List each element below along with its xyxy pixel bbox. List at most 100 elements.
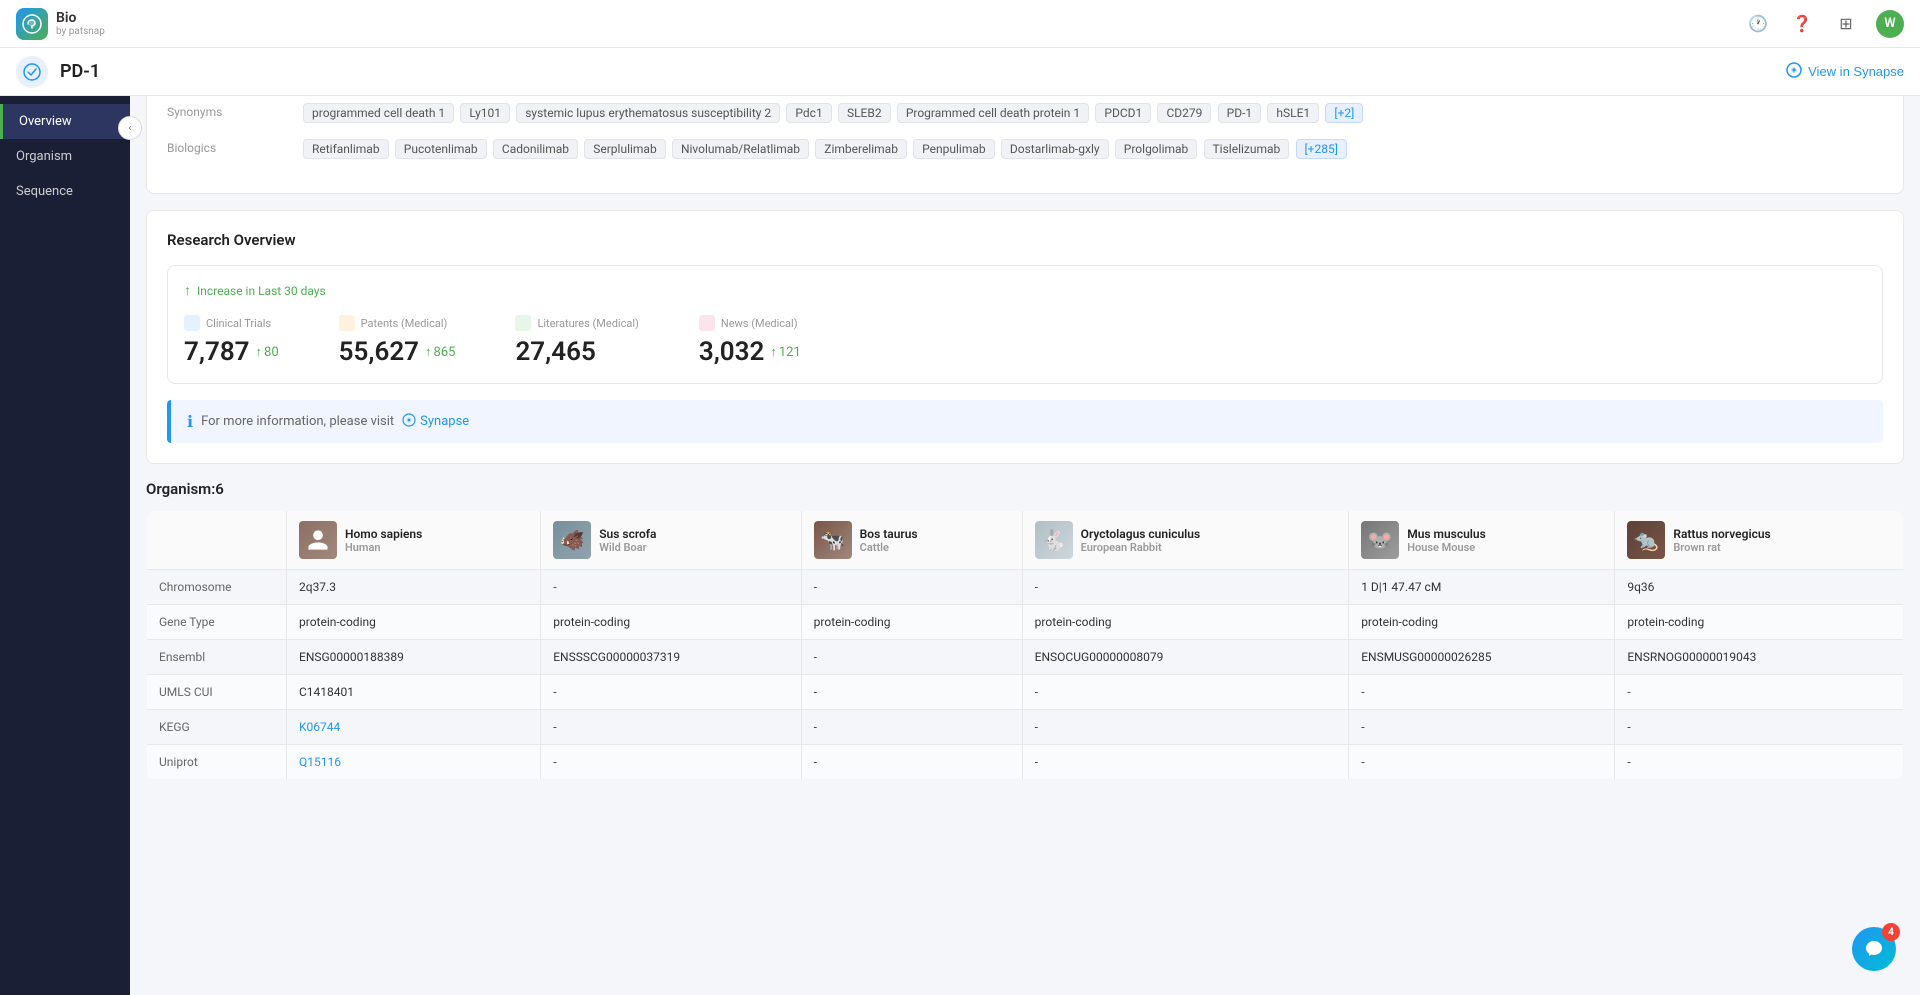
biologic-tag[interactable]: Prolgolimab bbox=[1115, 139, 1198, 159]
ensembl-mus: ENSMUSG00000026285 bbox=[1349, 640, 1615, 675]
kegg-rat: - bbox=[1615, 710, 1904, 745]
main-content: Basic Info Full Name Programmed cell dea… bbox=[130, 0, 1920, 899]
umls-ory: - bbox=[1022, 675, 1349, 710]
biologic-tag[interactable]: Tislelizumab bbox=[1204, 139, 1290, 159]
news-icon bbox=[699, 315, 715, 331]
floating-chat-button[interactable]: 4 bbox=[1852, 927, 1896, 971]
gene-type-bos: protein-coding bbox=[801, 605, 1022, 640]
biologic-tag[interactable]: Cadonilimab bbox=[493, 139, 578, 159]
table-row: KEGG K06744 - - - - - bbox=[147, 710, 1904, 745]
biologic-tag[interactable]: Nivolumab/Relatlimab bbox=[672, 139, 809, 159]
synapse-link[interactable]: Synapse bbox=[402, 413, 469, 431]
mus-musculus-avatar: 🐭 bbox=[1361, 521, 1399, 559]
organism-title: Organism:6 bbox=[146, 480, 1904, 498]
gene-type-homo: protein-coding bbox=[287, 605, 541, 640]
biologic-tag[interactable]: Zimberelimab bbox=[815, 139, 907, 159]
sub-header: PD-1 View in Synapse bbox=[0, 48, 1920, 96]
sus-scrofa-sub: Wild Boar bbox=[599, 541, 656, 554]
uniprot-ory: - bbox=[1022, 745, 1349, 780]
org-header-sus-scrofa: 🐗 Sus scrofa Wild Boar bbox=[541, 511, 801, 570]
chromosome-rat: 9q36 bbox=[1615, 570, 1904, 605]
synonym-tag[interactable]: CD279 bbox=[1157, 103, 1211, 123]
biologic-tag[interactable]: Pucotenlimab bbox=[395, 139, 487, 159]
user-avatar[interactable]: W bbox=[1876, 10, 1904, 38]
sidebar-collapse-button[interactable]: ‹ bbox=[118, 116, 142, 140]
synonym-tag[interactable]: PDCD1 bbox=[1095, 103, 1151, 123]
sidebar-item-overview[interactable]: Overview bbox=[0, 104, 130, 139]
mus-musculus-sub: House Mouse bbox=[1407, 541, 1486, 554]
sidebar-item-sequence[interactable]: Sequence bbox=[0, 174, 130, 209]
bos-taurus-name: Bos taurus bbox=[860, 527, 918, 541]
chromosome-homo: 2q37.3 bbox=[287, 570, 541, 605]
app-logo[interactable] bbox=[16, 8, 48, 40]
synonym-tag[interactable]: Programmed cell death protein 1 bbox=[897, 103, 1089, 123]
org-header-rattus: 🐀 Rattus norvegicus Brown rat bbox=[1615, 511, 1904, 570]
synonym-tag[interactable]: programmed cell death 1 bbox=[303, 103, 454, 123]
kegg-link[interactable]: K06744 bbox=[299, 720, 340, 734]
news-value: 3,032 bbox=[699, 337, 765, 367]
umls-label: UMLS CUI bbox=[147, 675, 287, 710]
chromosome-label: Chromosome bbox=[147, 570, 287, 605]
biologic-tag[interactable]: Serplulimab bbox=[584, 139, 665, 159]
gene-type-ory: protein-coding bbox=[1022, 605, 1349, 640]
kegg-mus: - bbox=[1349, 710, 1615, 745]
uniprot-link[interactable]: Q15116 bbox=[299, 755, 341, 769]
biologic-tag[interactable]: Dostarlimab-gxly bbox=[1001, 139, 1109, 159]
app-by: by patsnap bbox=[56, 26, 105, 37]
org-empty-header bbox=[147, 511, 287, 570]
organism-table: Homo sapiens Human 🐗 Sus scrofa Wild Boa… bbox=[146, 510, 1904, 780]
synonyms-row: Synonyms programmed cell death 1 Ly101 s… bbox=[167, 101, 1883, 125]
oryctolagus-avatar: 🐇 bbox=[1035, 521, 1073, 559]
ensembl-bos: - bbox=[801, 640, 1022, 675]
sidebar-organism-label: Organism bbox=[16, 149, 72, 164]
synonym-more-tag[interactable]: [+2] bbox=[1325, 103, 1363, 123]
sidebar-item-organism[interactable]: Organism bbox=[0, 139, 130, 174]
biologics-more-tag[interactable]: [+285] bbox=[1296, 139, 1347, 159]
info-banner: ℹ For more information, please visit Syn… bbox=[167, 400, 1883, 443]
uniprot-label: Uniprot bbox=[147, 745, 287, 780]
sidebar: Overview Organism Sequence ‹ bbox=[0, 96, 130, 995]
synonym-tag[interactable]: Pdc1 bbox=[786, 103, 831, 123]
table-row: Uniprot Q15116 - - - - - bbox=[147, 745, 1904, 780]
patents-increase: ↑ 865 bbox=[425, 344, 455, 360]
synapse-icon bbox=[1786, 62, 1802, 81]
synapse-link-text: Synapse bbox=[420, 414, 469, 429]
synonym-tag[interactable]: PD-1 bbox=[1218, 103, 1262, 123]
patents-increase-value: 865 bbox=[434, 345, 456, 360]
umls-mus: - bbox=[1349, 675, 1615, 710]
sub-header-left: PD-1 bbox=[16, 56, 100, 88]
view-in-synapse-button[interactable]: View in Synapse bbox=[1786, 62, 1904, 81]
ensembl-label: Ensembl bbox=[147, 640, 287, 675]
rattus-avatar: 🐀 bbox=[1627, 521, 1665, 559]
grid-icon[interactable]: ⊞ bbox=[1832, 10, 1860, 38]
clock-icon[interactable]: 🕐 bbox=[1744, 10, 1772, 38]
view-synapse-label: View in Synapse bbox=[1808, 64, 1904, 79]
table-row: Ensembl ENSG00000188389 ENSSSCG000000373… bbox=[147, 640, 1904, 675]
homo-sapiens-name: Homo sapiens bbox=[345, 527, 422, 541]
synonym-tag[interactable]: systemic lupus erythematosus susceptibil… bbox=[516, 103, 780, 123]
literatures-value: 27,465 bbox=[515, 337, 595, 367]
synonym-tag[interactable]: Ly101 bbox=[460, 103, 510, 123]
biologic-tag[interactable]: Retifanlimab bbox=[303, 139, 389, 159]
chromosome-ory: - bbox=[1022, 570, 1349, 605]
org-header-bos-taurus: 🐄 Bos taurus Cattle bbox=[801, 511, 1022, 570]
ensembl-ory: ENSOCUG00000008079 bbox=[1022, 640, 1349, 675]
arrow-up-icon: ↑ bbox=[184, 282, 191, 299]
gene-type-label: Gene Type bbox=[147, 605, 287, 640]
up-arrow-icon: ↑ bbox=[770, 344, 777, 360]
help-icon[interactable]: ❓ bbox=[1788, 10, 1816, 38]
biologics-row: Biologics Retifanlimab Pucotenlimab Cado… bbox=[167, 137, 1883, 161]
up-arrow-icon: ↑ bbox=[256, 344, 263, 360]
biologic-tag[interactable]: Penpulimab bbox=[913, 139, 994, 159]
synonym-tag[interactable]: SLEB2 bbox=[838, 103, 891, 123]
gene-type-mus: protein-coding bbox=[1349, 605, 1615, 640]
sus-scrofa-avatar: 🐗 bbox=[553, 521, 591, 559]
synonym-tag[interactable]: hSLE1 bbox=[1267, 103, 1319, 123]
bos-taurus-sub: Cattle bbox=[860, 541, 918, 554]
synonyms-label: Synonyms bbox=[167, 101, 287, 119]
research-stats-container: ↑ Increase in Last 30 days Clinical Tria… bbox=[167, 265, 1883, 384]
homo-sapiens-sub: Human bbox=[345, 541, 422, 554]
rattus-name: Rattus norvegicus bbox=[1673, 527, 1770, 541]
bos-taurus-avatar: 🐄 bbox=[814, 521, 852, 559]
stat-patents: Patents (Medical) 55,627 ↑ 865 bbox=[339, 315, 456, 367]
